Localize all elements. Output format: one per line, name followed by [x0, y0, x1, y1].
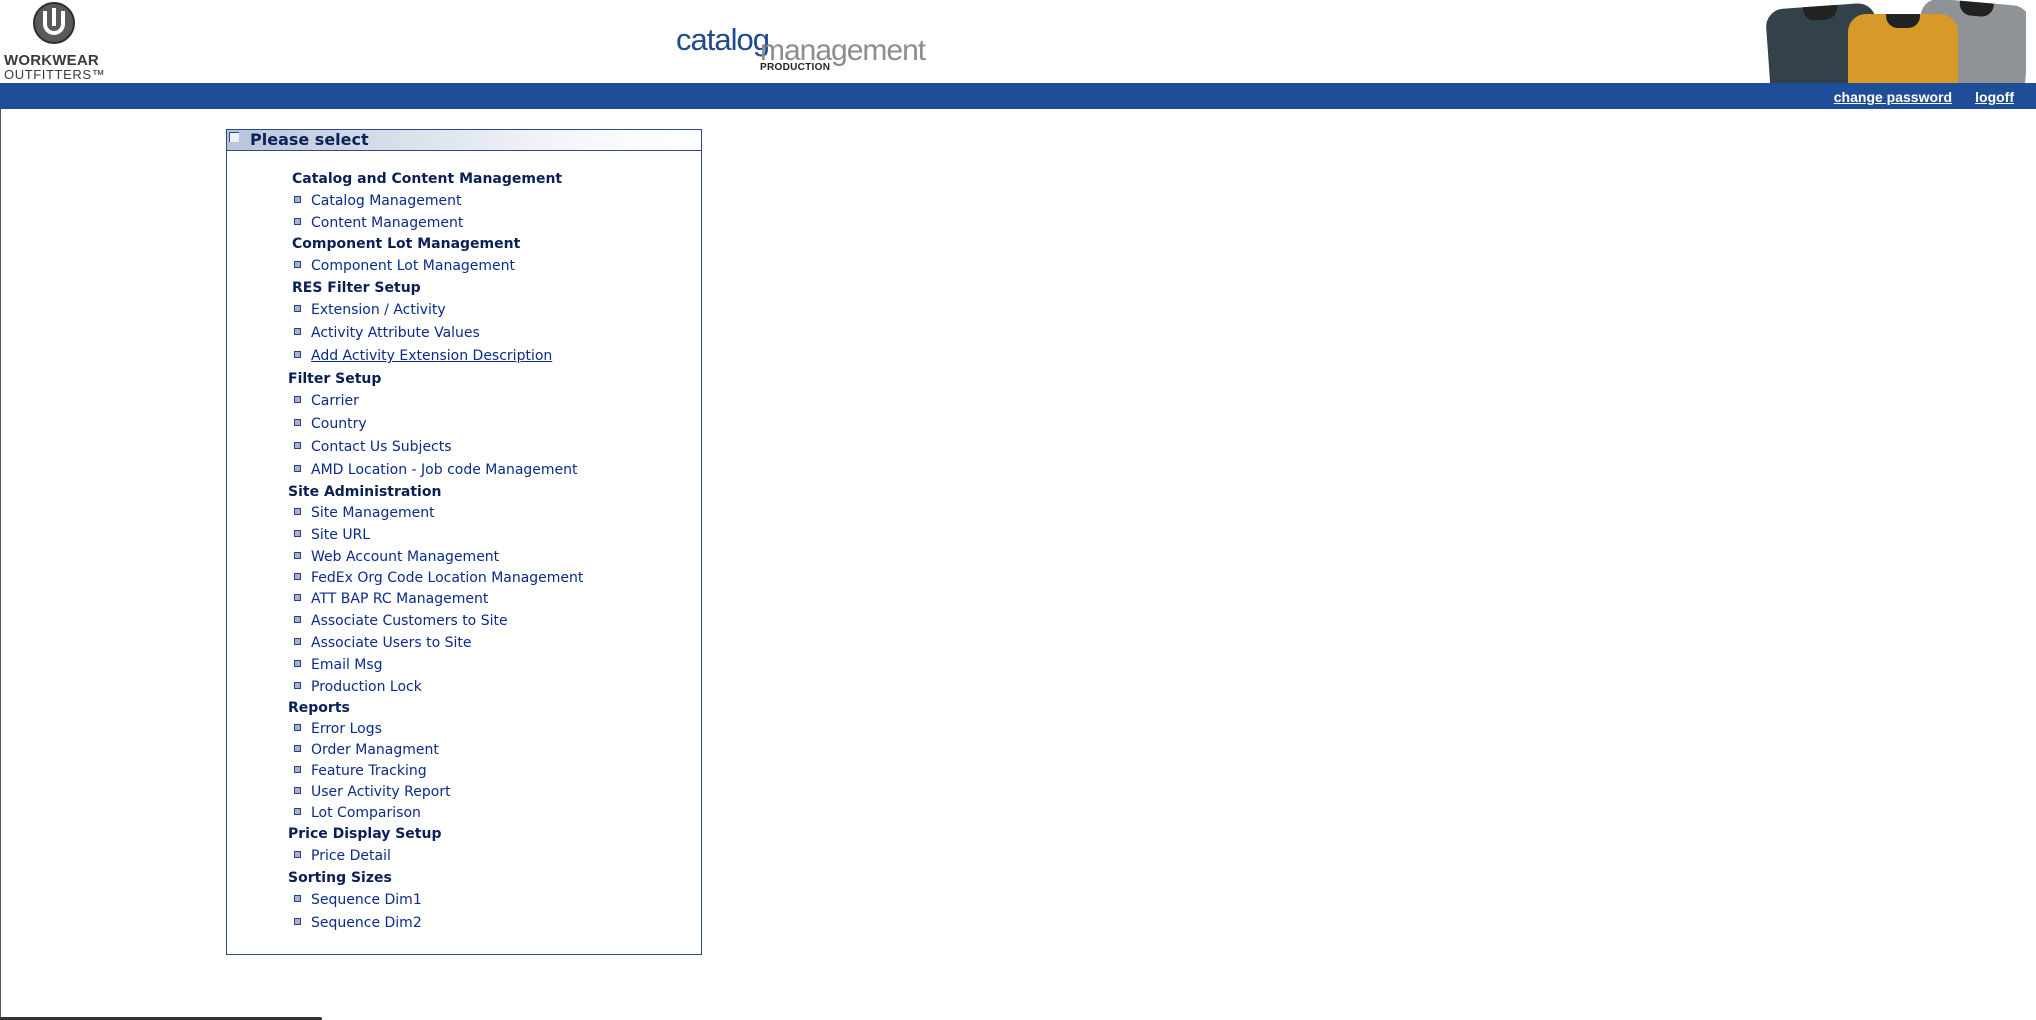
- menu-item-order-managment[interactable]: Order Managment: [294, 742, 439, 758]
- menu-item-att-bap-rc[interactable]: ATT BAP RC Management: [294, 591, 488, 607]
- square-bullet-icon: [294, 766, 301, 773]
- square-bullet-icon: [294, 196, 301, 203]
- workwear-logo[interactable]: WORKWEAR OUTFITTERS™: [4, 0, 108, 82]
- square-bullet-icon: [294, 552, 301, 559]
- environment-label: PRODUCTION: [760, 62, 831, 73]
- menu-item-catalog-management[interactable]: Catalog Management: [294, 193, 461, 209]
- top-nav-bar: change password logoff: [0, 83, 2036, 109]
- menu-item-web-account-management[interactable]: Web Account Management: [294, 549, 499, 565]
- logoff-link[interactable]: logoff: [1975, 89, 2014, 105]
- square-bullet-icon: [294, 895, 301, 902]
- square-bullet-icon: [294, 508, 301, 515]
- square-bullet-icon: [294, 465, 301, 472]
- square-bullet-icon: [294, 530, 301, 537]
- section-sorting-sizes: Sorting Sizes: [288, 870, 392, 886]
- square-bullet-icon: [294, 442, 301, 449]
- square-bullet-icon: [294, 660, 301, 667]
- square-bullet-icon: [294, 218, 301, 225]
- square-bullet-icon: [294, 787, 301, 794]
- menu-item-carrier[interactable]: Carrier: [294, 393, 359, 409]
- square-bullet-icon: [294, 724, 301, 731]
- please-select-panel: Please select Catalog and Content Manage…: [226, 129, 702, 955]
- menu-item-associate-users[interactable]: Associate Users to Site: [294, 635, 472, 651]
- menu-item-lot-comparison[interactable]: Lot Comparison: [294, 805, 421, 821]
- logo-text-line2: OUTFITTERS™: [4, 67, 106, 82]
- square-bullet-icon: [294, 851, 301, 858]
- menu-item-associate-customers[interactable]: Associate Customers to Site: [294, 613, 508, 629]
- panel-title: Please select: [250, 130, 369, 149]
- menu-item-country[interactable]: Country: [294, 416, 367, 432]
- menu-item-sequence-dim1[interactable]: Sequence Dim1: [294, 892, 422, 908]
- menu-item-production-lock[interactable]: Production Lock: [294, 679, 422, 695]
- menu-item-fedex-org-code[interactable]: FedEx Org Code Location Management: [294, 570, 583, 586]
- workwear-logo-icon: [33, 2, 75, 44]
- menu-item-site-management[interactable]: Site Management: [294, 505, 435, 521]
- change-password-link[interactable]: change password: [1834, 89, 1952, 105]
- square-bullet-icon: [294, 573, 301, 580]
- square-bullet-icon: [294, 396, 301, 403]
- square-bullet-icon: [294, 328, 301, 335]
- catalog-management-brand: catalog management PRODUCTION: [676, 22, 936, 74]
- square-bullet-icon: [294, 638, 301, 645]
- menu-item-feature-tracking[interactable]: Feature Tracking: [294, 763, 427, 779]
- menu-item-contact-us-subjects[interactable]: Contact Us Subjects: [294, 439, 452, 455]
- section-reports: Reports: [288, 700, 350, 716]
- section-price-display-setup: Price Display Setup: [288, 826, 442, 842]
- menu-item-extension-activity[interactable]: Extension / Activity: [294, 302, 446, 318]
- panel-corner-icon: [229, 132, 239, 142]
- square-bullet-icon: [294, 305, 301, 312]
- page-header: WORKWEAR OUTFITTERS™ catalog management …: [0, 0, 2036, 83]
- menu-item-user-activity-report[interactable]: User Activity Report: [294, 784, 451, 800]
- square-bullet-icon: [294, 351, 301, 358]
- garments-banner-image: [1758, 0, 2026, 83]
- brand-catalog-text: catalog: [676, 22, 770, 57]
- menu-item-add-activity-extension-description[interactable]: Add Activity Extension Description: [294, 348, 552, 364]
- menu-item-site-url[interactable]: Site URL: [294, 527, 370, 543]
- square-bullet-icon: [294, 261, 301, 268]
- account-links: change password logoff: [1816, 87, 2014, 106]
- section-catalog-content: Catalog and Content Management: [292, 171, 563, 187]
- square-bullet-icon: [294, 419, 301, 426]
- section-component-lot: Component Lot Management: [292, 236, 521, 252]
- menu-item-content-management[interactable]: Content Management: [294, 215, 463, 231]
- menu-item-price-detail[interactable]: Price Detail: [294, 848, 391, 864]
- section-filter-setup: Filter Setup: [288, 371, 382, 387]
- panel-header: Please select: [227, 130, 701, 151]
- window-left-edge: [0, 0, 1, 1020]
- menu-item-amd-location-job-code[interactable]: AMD Location - Job code Management: [294, 462, 578, 478]
- menu-item-activity-attribute-values[interactable]: Activity Attribute Values: [294, 325, 480, 341]
- menu-item-email-msg[interactable]: Email Msg: [294, 657, 383, 673]
- menu-item-sequence-dim2[interactable]: Sequence Dim2: [294, 915, 422, 931]
- square-bullet-icon: [294, 616, 301, 623]
- section-site-administration: Site Administration: [288, 484, 442, 500]
- square-bullet-icon: [294, 808, 301, 815]
- square-bullet-icon: [294, 594, 301, 601]
- square-bullet-icon: [294, 682, 301, 689]
- menu-item-error-logs[interactable]: Error Logs: [294, 721, 382, 737]
- menu-item-component-lot-management[interactable]: Component Lot Management: [294, 258, 515, 274]
- square-bullet-icon: [294, 745, 301, 752]
- square-bullet-icon: [294, 918, 301, 925]
- section-res-filter-setup: RES Filter Setup: [292, 280, 421, 296]
